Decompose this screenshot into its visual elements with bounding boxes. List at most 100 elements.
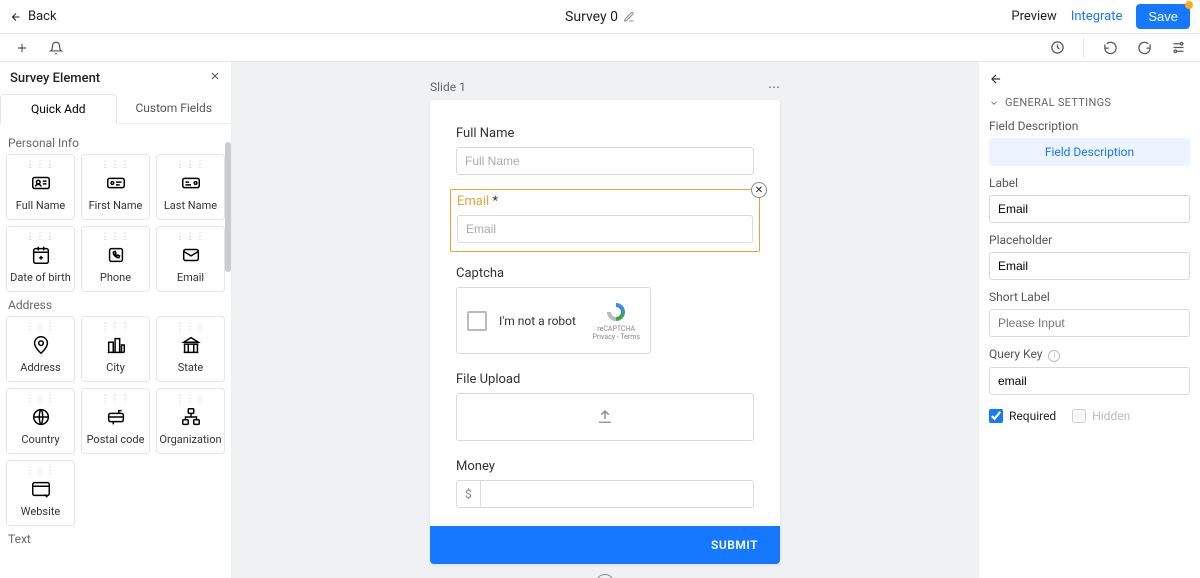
section-text: Text [6, 526, 225, 550]
phone-icon [105, 244, 127, 266]
full-name-input[interactable] [456, 147, 754, 175]
field-money[interactable]: Money $ [456, 459, 754, 508]
general-settings-toggle[interactable]: GENERAL SETTINGS [989, 96, 1190, 109]
label-short-label: Short Label [989, 290, 1190, 304]
save-button[interactable]: Save [1136, 4, 1190, 29]
element-last-name[interactable]: ⋮⋮⋮ Last Name [156, 154, 225, 220]
close-panel-icon[interactable] [209, 70, 221, 86]
element-city[interactable]: ⋮⋮⋮ City [81, 316, 150, 382]
undo-icon[interactable] [1102, 40, 1118, 56]
section-personal-info: Personal Info [6, 130, 225, 154]
field-label: Full Name [456, 126, 754, 141]
pencil-icon [623, 11, 635, 23]
bell-icon[interactable] [48, 40, 64, 56]
scrollbar[interactable] [225, 142, 231, 272]
slide-menu-icon[interactable]: ⋯ [768, 80, 780, 94]
money-input[interactable] [480, 480, 754, 508]
landmark-icon [180, 334, 202, 356]
mail-icon [180, 244, 202, 266]
drag-handle-icon: ⋮⋮⋮ [101, 235, 131, 239]
survey-title: Survey 0 [565, 9, 618, 25]
query-key-input[interactable] [989, 367, 1190, 395]
sliders-icon[interactable] [1170, 40, 1186, 56]
field-captcha[interactable]: Captcha I'm not a robot reCAPTCHA Privac… [456, 266, 754, 354]
element-full-name[interactable]: ⋮⋮⋮ Full Name [6, 154, 75, 220]
back-label: Back [28, 9, 57, 24]
label-label: Label [989, 176, 1190, 190]
slide-label: Slide 1 [430, 80, 466, 94]
element-website[interactable]: ⋮⋮⋮ Website [6, 460, 75, 526]
element-postal-code[interactable]: ⋮⋮⋮ Postal code [81, 388, 150, 454]
label-field-description: Field Description [989, 119, 1190, 133]
drag-handle-icon: ⋮⋮⋮ [26, 235, 56, 239]
element-state[interactable]: ⋮⋮⋮ State [156, 316, 225, 382]
calendar-icon [30, 244, 52, 266]
field-full-name[interactable]: Full Name [456, 126, 754, 175]
drag-handle-icon: ⋮⋮⋮ [176, 235, 206, 239]
top-bar: Back Survey 0 Preview Integrate Save [0, 0, 1200, 34]
preview-link[interactable]: Preview [1011, 9, 1056, 24]
field-email-selected[interactable]: ✕ Email * [450, 189, 760, 252]
panel-title: Survey Element [10, 71, 100, 86]
captcha-checkbox[interactable] [467, 311, 487, 331]
drag-handle-icon: ⋮⋮⋮ [176, 397, 206, 401]
element-email[interactable]: ⋮⋮⋮ Email [156, 226, 225, 292]
add-slide-button[interactable]: + [596, 574, 614, 578]
tab-custom-fields[interactable]: Custom Fields [117, 94, 232, 123]
field-file-upload[interactable]: File Upload [456, 372, 754, 441]
field-label: Money [456, 459, 754, 474]
survey-title-wrap[interactable]: Survey 0 [565, 9, 635, 25]
back-button[interactable]: Back [10, 9, 57, 24]
drag-handle-icon: ⋮⋮⋮ [101, 397, 131, 401]
element-address[interactable]: ⋮⋮⋮ Address [6, 316, 75, 382]
globe-icon [30, 406, 52, 428]
id-badge-icon [105, 172, 127, 194]
captcha-text: I'm not a robot [499, 314, 580, 328]
drag-handle-icon: ⋮⋮⋮ [26, 397, 56, 401]
placeholder-input[interactable] [989, 252, 1190, 280]
id-badge-icon [180, 172, 202, 194]
chevron-down-icon [989, 98, 999, 108]
element-date-of-birth[interactable]: ⋮⋮⋮ Date of birth [6, 226, 75, 292]
browser-icon [30, 478, 52, 500]
map-pin-icon [30, 334, 52, 356]
recaptcha-icon [604, 300, 628, 324]
topbar-actions: Preview Integrate Save [1011, 4, 1190, 29]
drag-handle-icon: ⋮⋮⋮ [26, 469, 56, 473]
element-country[interactable]: ⋮⋮⋮ Country [6, 388, 75, 454]
drag-handle-icon: ⋮⋮⋮ [26, 163, 56, 167]
upload-dropzone[interactable] [456, 393, 754, 441]
drag-handle-icon: ⋮⋮⋮ [101, 163, 131, 167]
integrate-link[interactable]: Integrate [1071, 9, 1123, 24]
settings-panel: GENERAL SETTINGS Field Description Field… [978, 62, 1200, 578]
drag-handle-icon: ⋮⋮⋮ [176, 325, 206, 329]
settings-back-icon[interactable] [989, 72, 1190, 90]
element-first-name[interactable]: ⋮⋮⋮ First Name [81, 154, 150, 220]
short-label-input[interactable] [989, 309, 1190, 337]
submit-button[interactable]: SUBMIT [430, 526, 780, 564]
label-input[interactable] [989, 195, 1190, 223]
field-description-button[interactable]: Field Description [989, 138, 1190, 166]
form-canvas: Slide 1 ⋯ Full Name ✕ Email * Captcha [232, 62, 978, 578]
section-address: Address [6, 292, 225, 316]
required-checkbox[interactable]: Required [989, 409, 1056, 423]
add-icon[interactable] [14, 40, 30, 56]
remove-field-icon[interactable]: ✕ [751, 182, 767, 198]
currency-prefix: $ [456, 480, 480, 508]
element-panel: Survey Element Quick Add Custom Fields P… [0, 62, 232, 578]
redo-icon[interactable] [1136, 40, 1152, 56]
element-organization[interactable]: ⋮⋮⋮ Organization [156, 388, 225, 454]
workspace: Survey Element Quick Add Custom Fields P… [0, 62, 1200, 578]
element-phone[interactable]: ⋮⋮⋮ Phone [81, 226, 150, 292]
clock-icon[interactable] [1049, 40, 1065, 56]
field-label: File Upload [456, 372, 754, 387]
drag-handle-icon: ⋮⋮⋮ [26, 325, 56, 329]
required-asterisk: * [492, 194, 498, 209]
email-input[interactable] [457, 215, 753, 243]
info-icon[interactable]: i [1048, 350, 1060, 362]
hidden-checkbox[interactable]: Hidden [1072, 409, 1130, 423]
label-placeholder: Placeholder [989, 233, 1190, 247]
mailbox-icon [105, 406, 127, 428]
tab-quick-add[interactable]: Quick Add [0, 94, 117, 124]
drag-handle-icon: ⋮⋮⋮ [176, 163, 206, 167]
